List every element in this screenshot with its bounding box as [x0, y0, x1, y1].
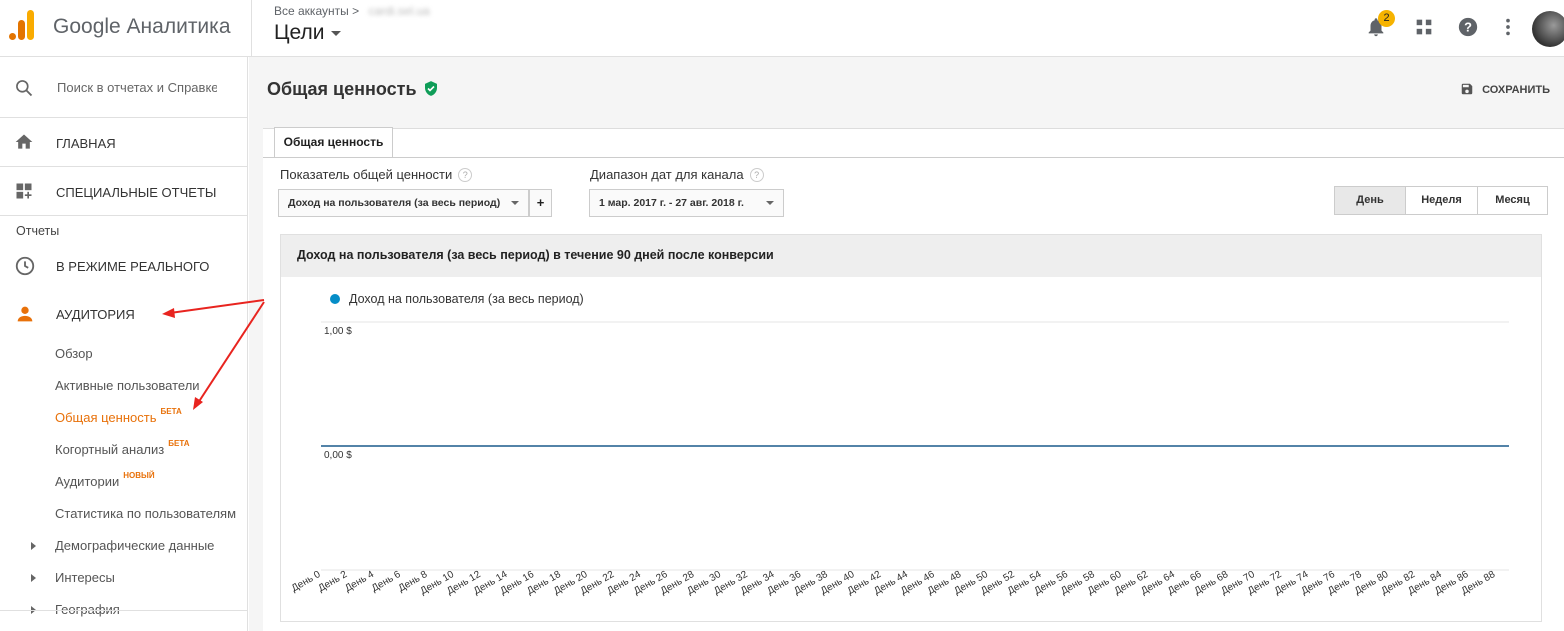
expand-arrow-icon[interactable] — [31, 574, 36, 582]
page-title-text: Общая ценность — [267, 79, 417, 99]
sidebar: Поиск в отчетах и Справке Главная Специа… — [0, 57, 248, 631]
y-tick-label: 0,00 $ — [324, 450, 352, 461]
sidebar-item-label: Главная — [56, 136, 116, 151]
x-tick-label: День 6 — [370, 569, 403, 594]
beta-tag: БЕТА — [168, 439, 190, 448]
sidebar-item-audience[interactable]: Аудитория — [0, 294, 247, 334]
more-vert-icon[interactable] — [1497, 16, 1519, 38]
sidebar-subitem-audiences[interactable]: Аудитории НОВЫЙ — [55, 471, 155, 489]
chevron-down-icon — [766, 201, 774, 205]
x-tick-label: День 0 — [290, 569, 323, 594]
main-content: Общая ценность СОХРАНИТЬ Общая ценность … — [249, 57, 1564, 631]
person-icon — [17, 306, 33, 322]
verified-shield-icon — [424, 81, 437, 96]
sidebar-subitem-cohort[interactable]: Когортный анализ БЕТА — [55, 439, 190, 457]
search-icon — [16, 80, 33, 97]
subitem-label: Интересы — [55, 570, 115, 585]
clock-icon — [15, 256, 35, 276]
subitem-label: Аудитории — [55, 474, 120, 489]
user-avatar[interactable] — [1532, 11, 1564, 47]
metric-label-text: Показатель общей ценности — [280, 167, 453, 182]
save-icon — [1461, 83, 1473, 95]
breadcrumb-all-accounts[interactable]: Все аккаунты — [274, 4, 349, 18]
notification-badge: 2 — [1378, 10, 1395, 27]
date-range-value: 1 мар. 2017 г. - 27 авг. 2018 г. — [599, 197, 744, 209]
app-header: Google Аналитика Все аккаунты > cardi.se… — [0, 0, 1564, 57]
svg-text:?: ? — [1464, 20, 1472, 35]
sidebar-subitem-user-explorer[interactable]: Статистика по пользователям — [55, 506, 236, 521]
metric-dropdown-value: Доход на пользователя (за весь период) — [288, 197, 501, 209]
granularity-day-button[interactable]: День — [1334, 186, 1406, 215]
date-range-dropdown[interactable]: 1 мар. 2017 г. - 27 авг. 2018 г. — [589, 189, 784, 217]
line-chart[interactable]: 1,00 $0,00 $День 0День 2День 4День 6День… — [281, 235, 1541, 621]
view-title: Цели — [274, 21, 325, 44]
subitem-label: Обзор — [55, 346, 93, 361]
sidebar-item-realtime[interactable]: В режиме реального — [0, 246, 247, 286]
sidebar-item-label: Аудитория — [56, 307, 135, 322]
breadcrumb[interactable]: Все аккаунты > cardi.sel.ua — [274, 4, 430, 18]
granularity-week-button[interactable]: Неделя — [1405, 186, 1478, 215]
sidebar-divider — [0, 610, 247, 611]
subitem-label: Демографические данные — [55, 538, 215, 553]
add-metric-button[interactable]: + — [529, 189, 552, 217]
analytics-logo-icon[interactable] — [8, 9, 36, 41]
sidebar-section-title: Отчеты — [16, 224, 60, 238]
help-icon[interactable]: ? — [749, 168, 764, 182]
chart-panel: Доход на пользователя (за весь период) в… — [280, 234, 1542, 622]
subitem-label: Активные пользователи — [55, 378, 200, 393]
sidebar-subitem-lifetime-value[interactable]: Общая ценность БЕТА — [55, 407, 182, 425]
subitem-label: Когортный анализ — [55, 442, 165, 457]
sidebar-subitem-demographics[interactable]: Демографические данные — [55, 538, 214, 553]
metric-dropdown[interactable]: Доход на пользователя (за весь период) — [278, 189, 529, 217]
sidebar-search[interactable]: Поиск в отчетах и Справке — [0, 57, 247, 118]
report-tabs: Общая ценность — [263, 127, 1564, 158]
subitem-label: Общая ценность — [55, 410, 157, 425]
beta-tag: БЕТА — [160, 407, 182, 416]
breadcrumb-account[interactable]: cardi.sel.ua — [368, 4, 429, 18]
date-range-label-text: Диапазон дат для канала — [590, 167, 744, 182]
metric-label: Показатель общей ценности? — [280, 167, 473, 182]
help-icon[interactable]: ? — [1457, 16, 1479, 38]
apps-grid-icon[interactable] — [1413, 16, 1435, 38]
expand-arrow-icon[interactable] — [31, 542, 36, 550]
sidebar-item-home[interactable]: Главная — [0, 118, 247, 167]
view-selector[interactable]: Цели — [274, 21, 341, 45]
new-tag: НОВЫЙ — [123, 471, 155, 480]
sidebar-subitem-active-users[interactable]: Активные пользователи — [55, 378, 200, 393]
tab-underline — [263, 157, 1564, 158]
save-label: СОХРАНИТЬ — [1482, 84, 1550, 96]
help-icon[interactable]: ? — [458, 168, 473, 182]
x-tick-label: День 4 — [343, 569, 376, 594]
page-title: Общая ценность — [267, 79, 439, 100]
sidebar-item-label: Специальные отчеты — [56, 185, 217, 200]
home-icon — [15, 134, 33, 149]
custom-reports-icon — [16, 183, 32, 199]
app-brand[interactable]: Google Аналитика — [53, 15, 231, 39]
search-input[interactable]: Поиск в отчетах и Справке — [57, 80, 217, 95]
sidebar-subitem-interests[interactable]: Интересы — [55, 570, 115, 585]
header-divider — [251, 0, 252, 57]
chevron-down-icon — [330, 30, 341, 36]
sidebar-item-custom-reports[interactable]: Специальные отчеты — [0, 167, 247, 216]
granularity-month-button[interactable]: Месяц — [1477, 186, 1548, 215]
breadcrumb-separator: > — [352, 4, 360, 18]
subitem-label: Статистика по пользователям — [55, 506, 237, 521]
tab-lifetime-value[interactable]: Общая ценность — [274, 127, 393, 157]
date-range-label: Диапазон дат для канала? — [590, 167, 764, 182]
x-tick-label: День 2 — [316, 569, 349, 594]
sidebar-subitem-overview[interactable]: Обзор — [55, 346, 93, 361]
y-tick-label: 1,00 $ — [324, 326, 352, 337]
chevron-down-icon — [511, 201, 519, 205]
sidebar-item-label: В режиме реального — [56, 259, 210, 274]
save-button[interactable]: СОХРАНИТЬ — [1460, 82, 1550, 96]
